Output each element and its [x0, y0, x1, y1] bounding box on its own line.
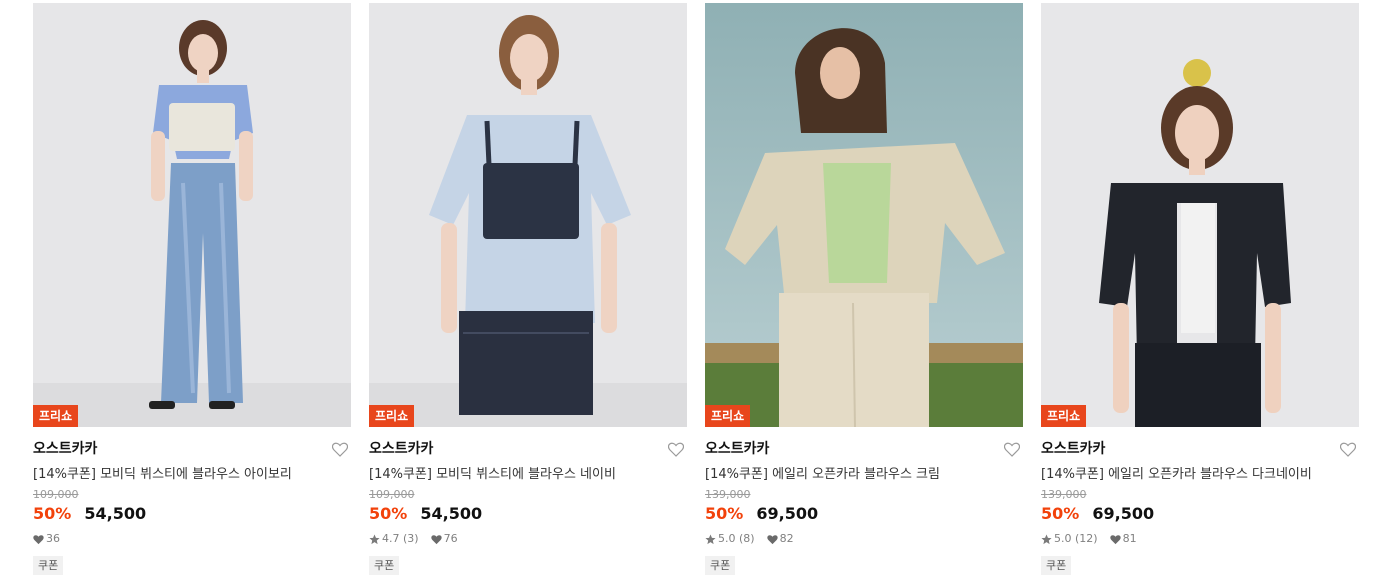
rating-group: 5.0 (12) — [1041, 532, 1098, 546]
sale-price: 54,500 — [84, 504, 147, 523]
coupon-tag: 쿠폰 — [705, 556, 736, 575]
discount-rate: 50% — [705, 504, 744, 523]
original-price: 139,000 — [705, 488, 751, 501]
coupon-tag: 쿠폰 — [369, 556, 400, 575]
product-title[interactable]: [14%쿠폰] 에일리 오픈카라 블라우스 다크네이비 — [1041, 467, 1359, 483]
discount-rate: 50% — [369, 504, 408, 523]
heart-outline-icon[interactable] — [332, 442, 348, 457]
product-stats: 5.0 (8) 82 — [705, 532, 1023, 546]
product-image[interactable]: 프리쇼 — [369, 3, 687, 427]
star-icon — [1041, 533, 1052, 544]
brand-name[interactable]: 오스트카카 — [705, 441, 769, 457]
star-icon — [369, 533, 380, 544]
heart-filled-icon — [766, 534, 778, 544]
brand-name[interactable]: 오스트카카 — [33, 441, 97, 457]
product-photo-model — [369, 3, 687, 427]
heart-outline-icon[interactable] — [1004, 442, 1020, 457]
product-image[interactable]: 프리쇼 — [1041, 3, 1359, 427]
rating-text: 5.0 (12) — [1054, 532, 1098, 545]
likes-count: 36 — [46, 532, 60, 545]
original-price: 139,000 — [1041, 488, 1087, 501]
price-row: 50% 69,500 — [1041, 504, 1359, 524]
rating-group: 5.0 (8) — [705, 532, 755, 546]
product-title[interactable]: [14%쿠폰] 에일리 오픈카라 블라우스 크림 — [705, 467, 1023, 483]
discount-rate: 50% — [1041, 504, 1080, 523]
price-row: 50% 54,500 — [369, 504, 687, 524]
product-card[interactable]: 프리쇼 오스트카카 [14%쿠폰] 에일리 오픈카라 블라우스 다크네이비 13… — [1041, 3, 1359, 575]
likes-group: 82 — [766, 532, 794, 546]
likes-count: 76 — [443, 532, 458, 545]
product-stats: 5.0 (12) 81 — [1041, 532, 1359, 546]
rating-group: 4.7 (3) — [369, 532, 419, 546]
product-photo-model — [705, 3, 1023, 427]
product-photo-model — [33, 3, 351, 427]
likes-count: 81 — [1122, 532, 1137, 545]
preshow-badge: 프리쇼 — [369, 405, 415, 427]
sale-price: 54,500 — [420, 504, 483, 523]
sale-price: 69,500 — [756, 504, 819, 523]
sale-price: 69,500 — [1092, 504, 1155, 523]
product-card[interactable]: 프리쇼 오스트카카 [14%쿠폰] 모비딕 뷔스티에 블라우스 아이보리 109… — [33, 3, 351, 575]
heart-outline-icon[interactable] — [668, 442, 684, 457]
product-card[interactable]: 프리쇼 오스트카카 [14%쿠폰] 에일리 오픈카라 블라우스 크림 139,0… — [705, 3, 1023, 575]
original-price: 109,000 — [369, 488, 415, 501]
heart-filled-icon — [430, 534, 442, 544]
star-icon — [705, 533, 716, 544]
original-price: 109,000 — [33, 488, 79, 501]
product-card[interactable]: 프리쇼 오스트카카 [14%쿠폰] 모비딕 뷔스티에 블라우스 네이비 109,… — [369, 3, 687, 575]
product-stats: 4.7 (3) 76 — [369, 532, 687, 546]
product-photo-model — [1041, 3, 1359, 427]
discount-rate: 50% — [33, 504, 72, 523]
product-image[interactable]: 프리쇼 — [705, 3, 1023, 427]
heart-filled-icon — [33, 534, 44, 544]
heart-filled-icon — [1109, 534, 1121, 544]
product-grid: 프리쇼 오스트카카 [14%쿠폰] 모비딕 뷔스티에 블라우스 아이보리 109… — [0, 0, 1375, 583]
likes-group: 76 — [430, 532, 458, 546]
brand-name[interactable]: 오스트카카 — [1041, 441, 1105, 457]
heart-outline-icon[interactable] — [1340, 442, 1356, 457]
product-title[interactable]: [14%쿠폰] 모비딕 뷔스티에 블라우스 네이비 — [369, 467, 687, 483]
likes-count: 82 — [779, 532, 794, 545]
rating-text: 4.7 (3) — [382, 532, 419, 545]
preshow-badge: 프리쇼 — [705, 405, 751, 427]
price-row: 50% 69,500 — [705, 504, 1023, 524]
coupon-tag: 쿠폰 — [1041, 556, 1072, 575]
likes-group: 81 — [1109, 532, 1137, 546]
preshow-badge: 프리쇼 — [1041, 405, 1087, 427]
price-row: 50% 54,500 — [33, 504, 351, 524]
brand-name[interactable]: 오스트카카 — [369, 441, 433, 457]
likes-group: 36 — [33, 532, 60, 546]
preshow-badge: 프리쇼 — [33, 405, 79, 427]
product-title[interactable]: [14%쿠폰] 모비딕 뷔스티에 블라우스 아이보리 — [33, 467, 351, 483]
product-image[interactable]: 프리쇼 — [33, 3, 351, 427]
rating-text: 5.0 (8) — [718, 532, 755, 545]
product-stats: 36 — [33, 532, 351, 546]
coupon-tag: 쿠폰 — [33, 556, 64, 575]
